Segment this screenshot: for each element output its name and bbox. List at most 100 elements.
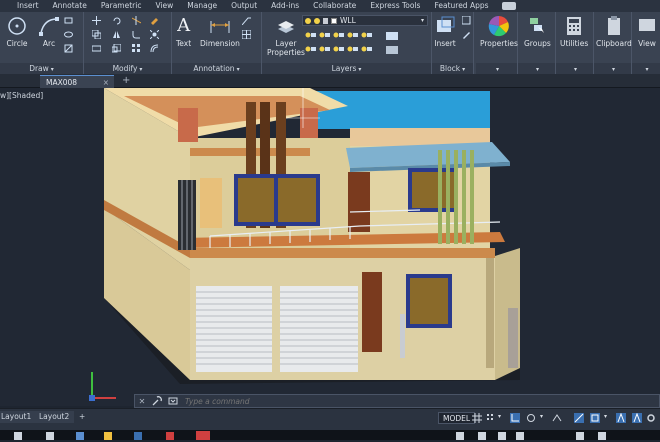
block-panel: Insert Block ▾: [432, 12, 474, 74]
table-icon[interactable]: [242, 30, 251, 39]
erase-icon[interactable]: [150, 16, 159, 25]
arc-button[interactable]: Arc: [38, 15, 60, 48]
model-space-button[interactable]: MODEL: [438, 412, 476, 424]
file-tab-max008[interactable]: MAX008 ×: [40, 75, 114, 88]
rotate-icon[interactable]: [112, 16, 121, 25]
layers-panel: Layer Properties WLL ▾ Layers ▾: [262, 12, 432, 74]
move-icon[interactable]: [92, 16, 101, 25]
menu-item-featured-apps[interactable]: Featured Apps: [427, 0, 495, 12]
layer-properties-label: Layer Properties: [267, 39, 305, 57]
viewport-label[interactable]: w][Shaded]: [0, 91, 43, 100]
camera-icon[interactable]: [501, 2, 516, 10]
edit-block-icon[interactable]: [462, 30, 471, 39]
insert-label: Insert: [434, 39, 456, 48]
ellipse-icon[interactable]: [64, 30, 73, 39]
copy-icon[interactable]: [92, 30, 101, 39]
arc-icon: [39, 17, 59, 36]
scale-icon[interactable]: [112, 44, 121, 53]
groups-button[interactable]: Groups: [524, 15, 551, 48]
properties-expand[interactable]: ▾: [476, 63, 517, 74]
menu-item-view[interactable]: View: [148, 0, 180, 12]
rectangle-icon[interactable]: [64, 16, 73, 25]
layout1-tab[interactable]: Layout1: [0, 411, 37, 423]
chevron-down-icon[interactable]: ▾: [498, 413, 508, 423]
os-taskbar: [0, 430, 660, 440]
menu-item-parametric[interactable]: Parametric: [94, 0, 149, 12]
explode-icon[interactable]: [150, 30, 159, 39]
clipboard-button[interactable]: Clipboard: [596, 15, 632, 48]
circle-button[interactable]: Circle: [6, 15, 28, 48]
menu-item-add-ins[interactable]: Add-ins: [264, 0, 306, 12]
ribbon: Circle Arc Draw ▾ Modify ▾ A Text Dimens…: [0, 12, 660, 74]
isodraft-icon[interactable]: [552, 413, 562, 423]
ortho-icon[interactable]: [510, 413, 520, 423]
polar-icon[interactable]: [526, 413, 536, 423]
draw-panel: Circle Arc Draw ▾: [0, 12, 84, 74]
offset-icon[interactable]: [150, 44, 159, 53]
command-line: ✕: [134, 394, 660, 408]
chevron-down-icon[interactable]: ▾: [540, 413, 550, 423]
layer-tools-grid: [302, 30, 428, 58]
hatch-icon[interactable]: [64, 44, 73, 53]
insert-button[interactable]: Insert: [434, 15, 456, 48]
utilities-expand[interactable]: ▾: [556, 63, 593, 74]
settings-gear-icon[interactable]: [646, 413, 656, 423]
properties-button[interactable]: Properties: [480, 15, 518, 48]
fillet-icon[interactable]: [132, 30, 141, 39]
menu-item-manage[interactable]: Manage: [180, 0, 224, 12]
leader-icon[interactable]: [242, 16, 251, 25]
annotation-panel-title[interactable]: Annotation ▾: [172, 63, 261, 74]
stretch-icon[interactable]: [92, 44, 101, 53]
view-expand[interactable]: ▾: [632, 63, 660, 74]
utilities-button[interactable]: Utilities: [560, 15, 588, 48]
menu-item-collaborate[interactable]: Collaborate: [306, 0, 363, 12]
color-wheel-icon: [488, 15, 509, 37]
circle-icon: [8, 17, 26, 35]
grid-icon[interactable]: [472, 413, 482, 423]
drawing-viewport[interactable]: w][Shaded]: [0, 88, 660, 406]
layer-tool-icons[interactable]: [302, 30, 428, 58]
new-tab-button[interactable]: +: [122, 75, 130, 87]
ucs-icon: [89, 372, 116, 401]
command-history-icon[interactable]: [165, 395, 181, 407]
dimension-button[interactable]: Dimension: [200, 15, 240, 48]
object-snap-icon[interactable]: [590, 413, 600, 423]
modify-panel: Modify ▾: [84, 12, 172, 74]
create-block-icon[interactable]: [462, 16, 471, 25]
layer-dropdown[interactable]: WLL ▾: [302, 15, 428, 26]
menu-item-output[interactable]: Output: [224, 0, 264, 12]
chevron-down-icon[interactable]: ▾: [604, 413, 614, 423]
status-bar: Layout1 Layout2 + MODEL ▾ ▾ ▾: [0, 408, 660, 430]
groups-panel: Groups ▾: [518, 12, 556, 74]
layer-properties-icon: [278, 21, 294, 33]
layer-properties-button[interactable]: Layer Properties: [266, 15, 306, 57]
draw-panel-title[interactable]: Draw ▾: [0, 63, 83, 74]
add-layout-button[interactable]: +: [74, 411, 90, 423]
block-panel-title[interactable]: Block ▾: [432, 63, 473, 74]
insert-block-icon: [437, 16, 455, 32]
lineweight-icon[interactable]: [616, 413, 626, 423]
wrench-icon[interactable]: [149, 395, 165, 407]
groups-expand[interactable]: ▾: [518, 63, 555, 74]
menu-item-annotate[interactable]: Annotate: [46, 0, 94, 12]
view-button[interactable]: View: [636, 15, 658, 48]
command-input[interactable]: [181, 396, 659, 406]
annotation-panel: A Text Dimension Annotation ▾: [172, 12, 262, 74]
layout2-tab[interactable]: Layout2: [34, 411, 75, 423]
annotation-scale-icon[interactable]: [632, 413, 642, 423]
menu-bar: Insert Annotate Parametric View Manage O…: [0, 0, 660, 12]
clipboard-icon: [607, 16, 620, 35]
object-snap-tracking-icon[interactable]: [574, 413, 584, 423]
mirror-icon[interactable]: [112, 30, 121, 39]
layers-panel-title[interactable]: Layers ▾: [262, 63, 431, 74]
snap-icon[interactable]: [486, 413, 496, 423]
array-icon[interactable]: [132, 44, 141, 53]
text-button[interactable]: A Text: [176, 15, 191, 48]
clipboard-expand[interactable]: ▾: [594, 63, 631, 74]
close-command-icon[interactable]: ✕: [135, 397, 149, 406]
menu-item-insert[interactable]: Insert: [10, 0, 46, 12]
menu-item-express-tools[interactable]: Express Tools: [363, 0, 427, 12]
modify-panel-title[interactable]: Modify ▾: [84, 63, 171, 74]
taskbar-app-icons[interactable]: [0, 430, 660, 440]
trim-icon[interactable]: [132, 16, 141, 25]
